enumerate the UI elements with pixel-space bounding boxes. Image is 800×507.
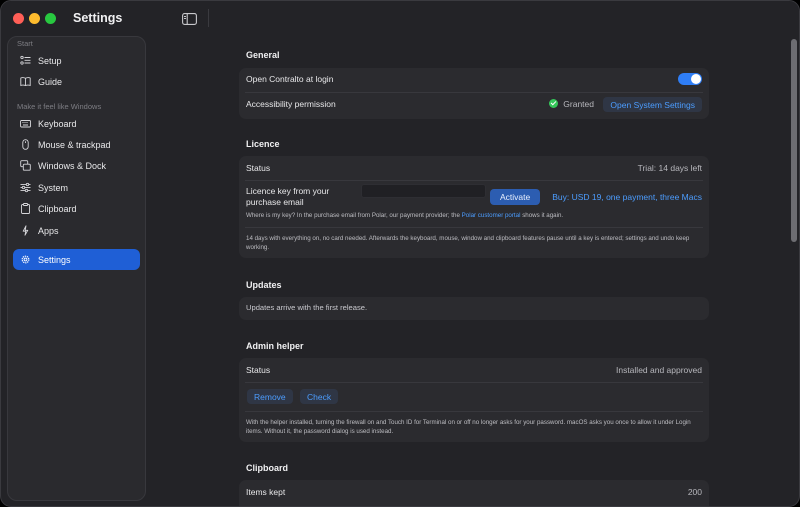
sidebar-item-label: Mouse & trackpad — [38, 139, 111, 150]
sidebar-item-guide[interactable]: Guide — [13, 71, 140, 92]
sidebar-item-label: Setup — [38, 55, 62, 66]
admin-helper-card: Status Installed and approved Remove Che… — [239, 358, 709, 442]
scrollbar-thumb[interactable] — [791, 39, 797, 242]
sidebar-item-label: Guide — [38, 76, 63, 87]
sidebar-item-apps[interactable]: Apps — [13, 220, 140, 241]
windows-icon — [20, 160, 31, 171]
sidebar-item-setup[interactable]: Setup — [13, 50, 140, 71]
open-system-settings-button[interactable]: Open System Settings — [603, 97, 702, 112]
check-helper-button[interactable]: Check — [300, 389, 339, 404]
general-card: Open Contralto at login Accessibility pe… — [239, 68, 709, 119]
updates-note: Updates arrive with the first release. — [246, 303, 368, 312]
sidebar: Start Setup Guide Make it feel like Wind… — [7, 36, 146, 501]
book-icon — [20, 76, 31, 87]
window-title: Settings — [73, 11, 123, 25]
sidebar-item-system[interactable]: System — [13, 177, 140, 198]
accessibility-status: Granted — [549, 99, 594, 109]
licence-status-value: Trial: 14 days left — [637, 163, 702, 173]
sidebar-item-label: Keyboard — [38, 118, 77, 129]
clipboard-card: Items kept 200 — [239, 480, 709, 506]
gear-icon — [20, 254, 31, 265]
checklist-icon — [20, 55, 31, 66]
section-title-admin-helper: Admin helper — [246, 341, 304, 351]
sidebar-item-label: System — [38, 182, 69, 193]
sidebar-toggle-icon[interactable] — [182, 12, 197, 25]
items-kept-label: Items kept — [246, 487, 286, 497]
section-title-updates: Updates — [246, 280, 282, 290]
where-is-key-note: Where is my key? In the purchase email f… — [246, 211, 706, 220]
sidebar-item-label: Windows & Dock — [38, 160, 107, 171]
helper-note: With the helper installed, turning the f… — [246, 419, 691, 435]
close-window-button[interactable] — [13, 13, 24, 24]
zoom-window-button[interactable] — [45, 13, 56, 24]
licence-status-label: Status — [246, 163, 271, 173]
apps-icon — [20, 225, 31, 236]
accessibility-label: Accessibility permission — [246, 99, 336, 109]
keyboard-icon — [20, 118, 31, 129]
row-divider — [245, 92, 703, 93]
section-title-licence: Licence — [246, 139, 280, 149]
row-divider — [245, 227, 703, 228]
sidebar-section-windows: Make it feel like Windows — [17, 102, 102, 111]
sidebar-section-start: Start — [17, 39, 33, 48]
open-at-login-label: Open Contralto at login — [246, 74, 334, 84]
trial-note: 14 days with everything on, no card need… — [246, 235, 690, 251]
sidebar-item-settings[interactable]: Settings — [13, 249, 140, 270]
settings-window: Settings Start Setup Guide Make it feel … — [0, 0, 800, 507]
licence-key-label: Licence key from your purchase email — [246, 186, 330, 207]
section-title-general: General — [246, 50, 280, 60]
where-text-pre: Where is my key? In the purchase email f… — [246, 212, 460, 219]
where-text-post: shows it again. — [522, 212, 564, 219]
minimize-window-button[interactable] — [29, 13, 40, 24]
open-at-login-toggle[interactable] — [678, 73, 702, 85]
sidebar-item-label: Apps — [38, 225, 59, 236]
sidebar-item-clipboard[interactable]: Clipboard — [13, 198, 140, 219]
remove-helper-button[interactable]: Remove — [247, 389, 293, 404]
buy-link[interactable]: Buy: USD 19, one payment, three Macs — [552, 192, 702, 202]
helper-status-label: Status — [246, 365, 271, 375]
updates-card: Updates arrive with the first release. — [239, 297, 709, 320]
vertical-scrollbar[interactable] — [790, 36, 798, 506]
sidebar-item-mouse[interactable]: Mouse & trackpad — [13, 134, 140, 155]
sidebar-item-windows-dock[interactable]: Windows & Dock — [13, 155, 140, 176]
toolbar-divider — [208, 9, 209, 27]
title-bar: Settings — [1, 1, 799, 35]
items-kept-value[interactable]: 200 — [688, 487, 702, 497]
licence-key-input[interactable] — [361, 184, 486, 198]
row-divider — [245, 411, 703, 412]
sidebar-item-keyboard[interactable]: Keyboard — [13, 113, 140, 134]
activate-button[interactable]: Activate — [490, 189, 541, 205]
licence-card: Status Trial: 14 days left Licence key f… — [239, 156, 709, 258]
polar-portal-link[interactable]: Polar customer portal — [462, 212, 521, 219]
sliders-icon — [20, 182, 31, 193]
mouse-icon — [20, 139, 31, 150]
sidebar-item-label: Clipboard — [38, 203, 77, 214]
sidebar-item-label: Settings — [38, 254, 71, 265]
section-title-clipboard: Clipboard — [246, 463, 288, 473]
row-divider — [245, 382, 703, 383]
row-divider — [245, 180, 703, 181]
clipboard-icon — [20, 203, 31, 214]
checkmark-circle-icon — [549, 99, 559, 108]
helper-status-value: Installed and approved — [615, 365, 702, 375]
settings-content: General Open Contralto at login Accessib… — [239, 36, 709, 506]
accessibility-status-text: Granted — [563, 99, 594, 109]
